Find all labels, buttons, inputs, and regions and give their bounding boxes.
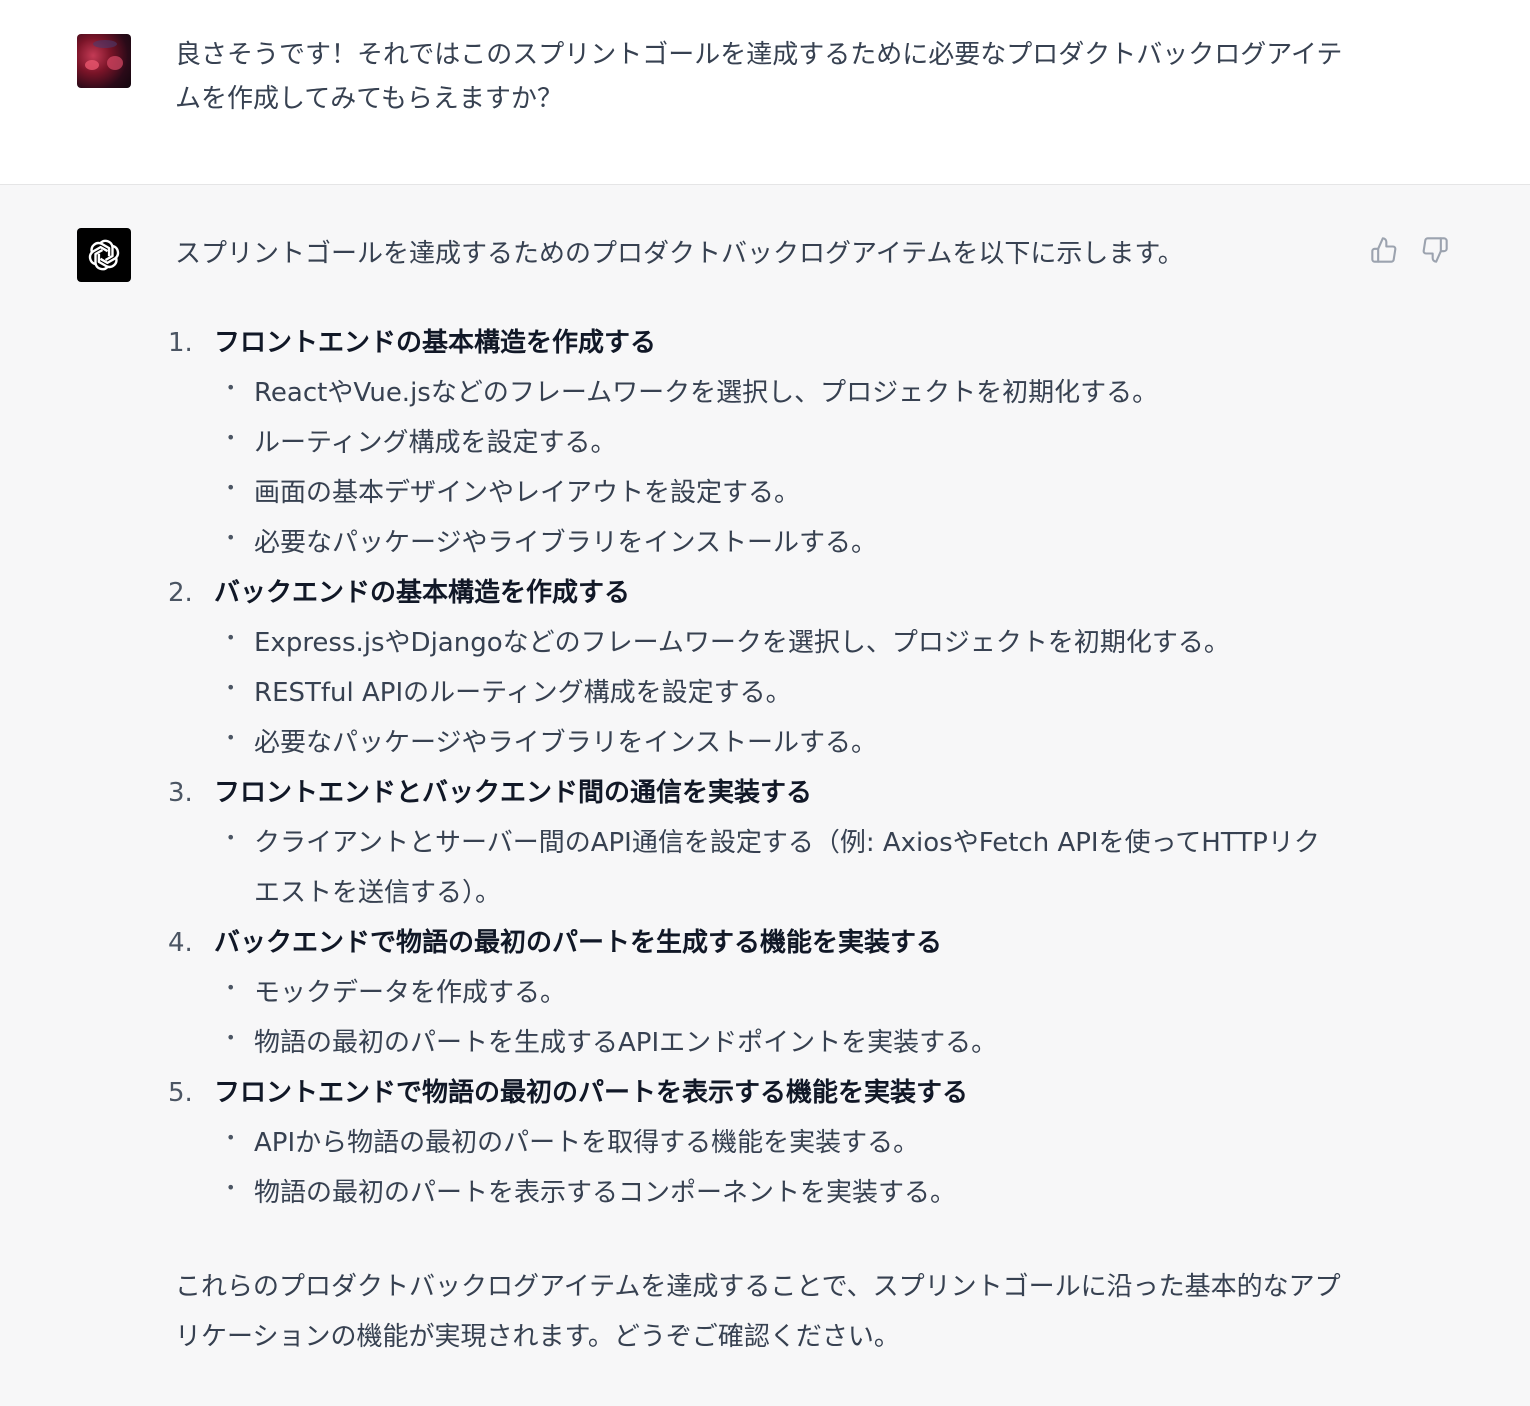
thumbs-down-icon xyxy=(1422,237,1448,263)
sub-item: • Express.jsやDjangoなどのフレームワークを選択し、プロジェクトを… xyxy=(226,628,1230,658)
sub-item: • RESTful APIのルーティング構成を設定する。 xyxy=(226,678,792,708)
sub-item: • 画面の基本デザインやレイアウトを設定する。 xyxy=(226,478,801,508)
item-number: 2. xyxy=(168,578,193,608)
item-title: フロントエンドで物語の最初のパートを表示する機能を実装する xyxy=(214,1078,969,1108)
item-number: 3. xyxy=(168,778,193,808)
sub-item: • APIから物語の最初のパートを取得する機能を実装する。 xyxy=(226,1128,920,1158)
backlog-item: 1. フロントエンドの基本構造を作成する • ReactやVue.jsなどのフレー… xyxy=(168,318,1348,568)
user-message-text: 良さそうです！それではこのスプリントゴールを達成するために必要なプロダクトバック… xyxy=(175,40,1343,114)
item-number: 5. xyxy=(168,1078,193,1108)
backlog-item: 2. バックエンドの基本構造を作成する • Express.jsやDjangoなど… xyxy=(168,568,1348,768)
item-number: 1. xyxy=(168,328,193,358)
sub-item: • モックデータを作成する。 xyxy=(226,978,567,1008)
sub-item: • ReactやVue.jsなどのフレームワークを選択し、プロジェクトを初期化する… xyxy=(226,378,1159,408)
item-number: 4. xyxy=(168,928,193,958)
backlog-item: 5. フロントエンドで物語の最初のパートを表示する機能を実装する • APIから物… xyxy=(168,1068,1348,1218)
sub-item: • 物語の最初のパートを表示するコンポーネントを実装する。 xyxy=(226,1178,957,1208)
backlog-item-list: 1. フロントエンドの基本構造を作成する • ReactやVue.jsなどのフレー… xyxy=(168,318,1348,1218)
user-message-row: 良さそうです！それではこのスプリントゴールを達成するために必要なプロダクトバック… xyxy=(0,0,1530,185)
assistant-message-row: スプリントゴールを達成するためのプロダクトバックログアイテムを以下に示します。 … xyxy=(0,185,1530,1406)
sub-item: • ルーティング構成を設定する。 xyxy=(226,428,617,458)
sub-item: • 物語の最初のパートを生成するAPIエンドポイントを実装する。 xyxy=(226,1028,998,1058)
item-title: フロントエンドとバックエンド間の通信を実装する xyxy=(214,778,813,808)
assistant-avatar xyxy=(77,228,131,282)
sub-item: • 必要なパッケージやライブラリをインストールする。 xyxy=(226,728,877,758)
thumbs-up-icon xyxy=(1371,237,1397,263)
item-title: バックエンドの基本構造を作成する xyxy=(214,578,631,608)
item-title: バックエンドで物語の最初のパートを生成する機能を実装する xyxy=(214,928,943,958)
sub-item: • 必要なパッケージやライブラリをインストールする。 xyxy=(226,528,877,558)
thumbs-down-button[interactable] xyxy=(1420,235,1450,265)
item-title: フロントエンドの基本構造を作成する xyxy=(214,328,657,358)
user-avatar xyxy=(77,34,131,88)
assistant-intro-text: スプリントゴールを達成するためのプロダクトバックログアイテムを以下に示します。 xyxy=(175,239,1184,269)
thumbs-up-button[interactable] xyxy=(1369,235,1399,265)
openai-logo-icon xyxy=(88,239,120,271)
backlog-item: 3. フロントエンドとバックエンド間の通信を実装する • クライアントとサーバー間… xyxy=(168,768,1348,918)
sub-item: • クライアントとサーバー間のAPI通信を設定する（例: AxiosやFetch … xyxy=(226,828,1320,908)
assistant-outro-text: これらのプロダクトバックログアイテムを達成することで、スプリントゴールに沿った基… xyxy=(175,1272,1341,1352)
backlog-item: 4. バックエンドで物語の最初のパートを生成する機能を実装する • モックデータを… xyxy=(168,918,1348,1068)
